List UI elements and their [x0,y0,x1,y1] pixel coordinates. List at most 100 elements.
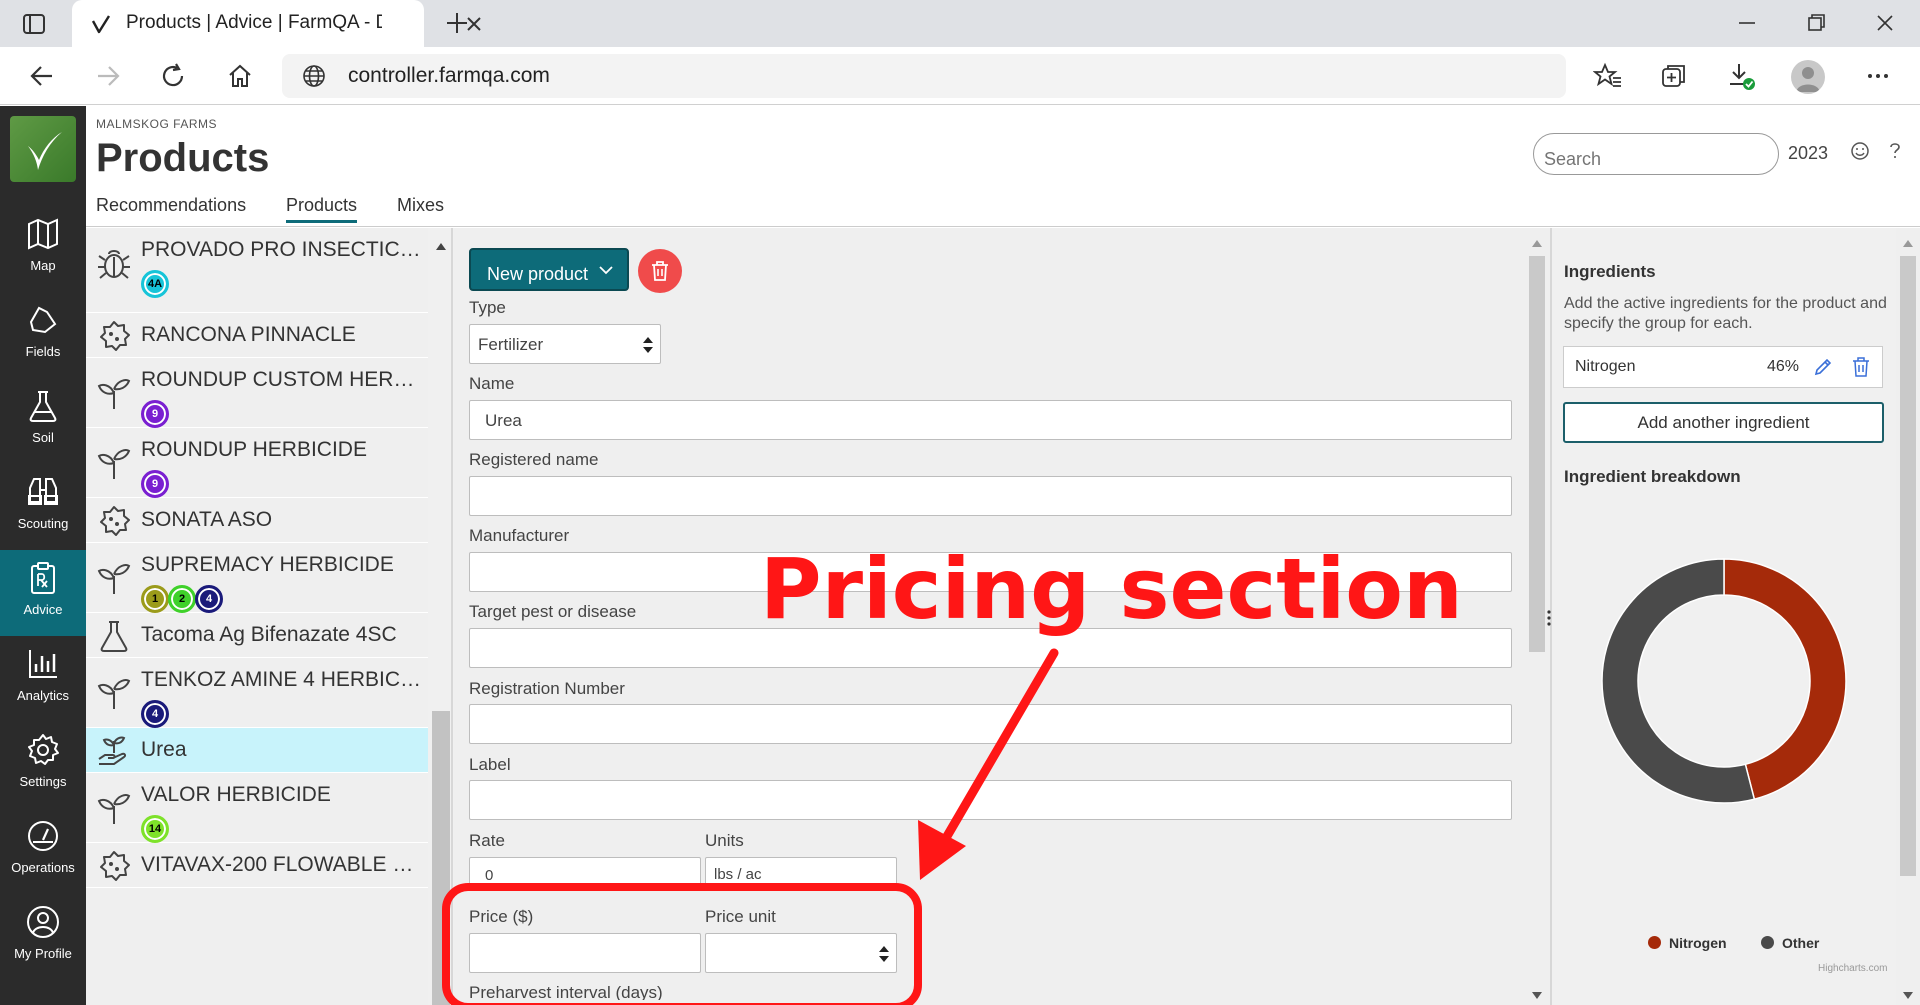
farm-name: MALMSKOG FARMS [96,117,218,131]
nav-label: Settings [19,774,67,789]
trash-icon[interactable] [1852,357,1870,377]
sprout-icon [97,379,131,409]
search-input[interactable] [1533,133,1779,175]
legend-item[interactable]: Other [1761,935,1819,951]
restore-icon[interactable] [1803,10,1829,36]
sprout-icon [97,794,131,824]
list-item[interactable]: SUPREMACY HERBICIDE 124 [86,543,428,613]
registered-name-label: Registered name [469,450,599,469]
tab-mixes[interactable]: Mixes [397,195,444,216]
nav-scouting[interactable]: Scouting [0,464,86,550]
new-product-button[interactable]: New product [469,248,629,291]
price-unit-select[interactable] [705,933,897,973]
ingredients-scrollbar[interactable] [1896,228,1920,1005]
group-badge: 4 [195,585,223,613]
list-item[interactable]: SONATA ASO [86,498,428,543]
new-tab-icon[interactable] [444,10,470,36]
refresh-icon[interactable] [158,61,188,91]
farmqa-logo[interactable] [10,116,76,182]
product-name: TENKOZ AMINE 4 HERBICIDE [141,668,426,691]
legend-label: Nitrogen [1669,935,1727,951]
price-field[interactable] [469,933,701,973]
chevron-down-icon [599,266,613,275]
donut-slice-nitrogen[interactable] [1723,558,1847,801]
ingredient-row: Nitrogen 46% [1563,346,1883,388]
tab-recommendations[interactable]: Recommendations [96,195,246,216]
scroll-down-icon[interactable] [1531,991,1543,1001]
list-item[interactable]: ROUNDUP HERBICIDE 9 [86,428,428,498]
scroll-thumb[interactable] [1900,256,1916,876]
gauge-icon [28,821,58,851]
units-select[interactable]: lbs / ac [705,857,897,885]
legend-marker [1648,936,1661,949]
feedback-smile-icon[interactable] [1849,140,1871,162]
scroll-up-icon[interactable] [435,241,447,251]
scroll-up-icon[interactable] [1531,238,1543,248]
list-item[interactable]: ROUNDUP CUSTOM HERBICIDE 9 [86,358,428,428]
list-item[interactable]: Tacoma Ag Bifenazate 4SC [86,613,428,658]
rate-field[interactable]: 0 [469,857,701,885]
registration-field[interactable] [469,704,1512,744]
nav-fields[interactable]: Fields [0,292,86,378]
edit-pencil-icon[interactable] [1814,358,1832,376]
name-field[interactable]: Urea [469,400,1512,440]
legend-marker [1761,936,1774,949]
forward-icon[interactable] [93,61,123,91]
ingredient-percent: 46% [1767,358,1800,375]
app-sidebar: Map Fields Soil Scouting Advice Analytic… [0,106,86,1005]
bug-icon [98,250,130,279]
label-field[interactable] [469,780,1512,820]
tab-actions-icon[interactable] [22,12,46,36]
panel-divider[interactable] [451,228,453,1005]
delete-product-button[interactable] [638,249,682,293]
scroll-thumb[interactable] [1529,256,1545,652]
header-divider [86,226,1920,227]
badge-group: 124 [141,585,223,615]
list-item-selected[interactable]: Urea [86,728,428,773]
nav-settings[interactable]: Settings [0,722,86,808]
type-select[interactable]: Fertilizer [469,324,661,364]
chart-credit[interactable]: Highcharts.com [1818,963,1887,974]
farmqa-favicon-icon [91,15,111,34]
collections-icon[interactable] [1659,61,1689,91]
group-badge: 4A [141,270,169,298]
ingredients-heading: Ingredients [1564,262,1656,281]
registered-name-field[interactable] [469,476,1512,516]
year-selector[interactable]: 2023 [1788,143,1828,164]
back-icon[interactable] [27,61,57,91]
help-icon[interactable] [1884,140,1906,162]
nav-operations[interactable]: Operations [0,808,86,894]
add-ingredient-button[interactable]: Add another ingredient [1563,402,1884,443]
virus-icon [100,506,130,536]
scroll-up-icon[interactable] [1902,238,1914,248]
virus-icon [100,851,130,881]
list-item[interactable]: TENKOZ AMINE 4 HERBICIDE 4 [86,658,428,728]
close-window-icon[interactable] [1872,10,1898,36]
nav-soil[interactable]: Soil [0,378,86,464]
select-arrows-icon [643,337,653,353]
nav-advice[interactable]: Advice [0,550,86,636]
minimize-icon[interactable] [1734,10,1760,36]
list-item[interactable]: VALOR HERBICIDE 14 [86,773,428,843]
nav-my-profile[interactable]: My Profile [0,894,86,980]
scroll-down-icon[interactable] [1902,991,1914,1001]
nav-label: Advice [23,602,63,617]
gear-icon [28,734,59,765]
list-item[interactable]: RANCONA PINNACLE [86,313,428,358]
select-arrows-icon [879,946,889,962]
scroll-thumb[interactable] [432,711,450,1005]
browser-tab[interactable]: Products | Advice | FarmQA - Digital Agr… [72,0,481,47]
url-field[interactable]: controller.farmqa.com [282,54,1566,98]
tab-products[interactable]: Products [286,195,358,223]
favorites-icon[interactable] [1593,61,1623,91]
flask-icon [29,391,57,422]
home-icon[interactable] [225,61,255,91]
nav-analytics[interactable]: Analytics [0,636,86,722]
downloads-icon[interactable] [1726,61,1756,91]
profile-avatar[interactable] [1791,60,1825,94]
legend-item[interactable]: Nitrogen [1648,935,1727,951]
list-item[interactable]: PROVADO PRO INSECTICIDE 4A [86,228,428,313]
list-item[interactable]: VITAVAX-200 FLOWABLE FUNGICIDE [86,843,428,888]
nav-map[interactable]: Map [0,206,86,292]
more-options-icon[interactable] [1863,61,1893,91]
